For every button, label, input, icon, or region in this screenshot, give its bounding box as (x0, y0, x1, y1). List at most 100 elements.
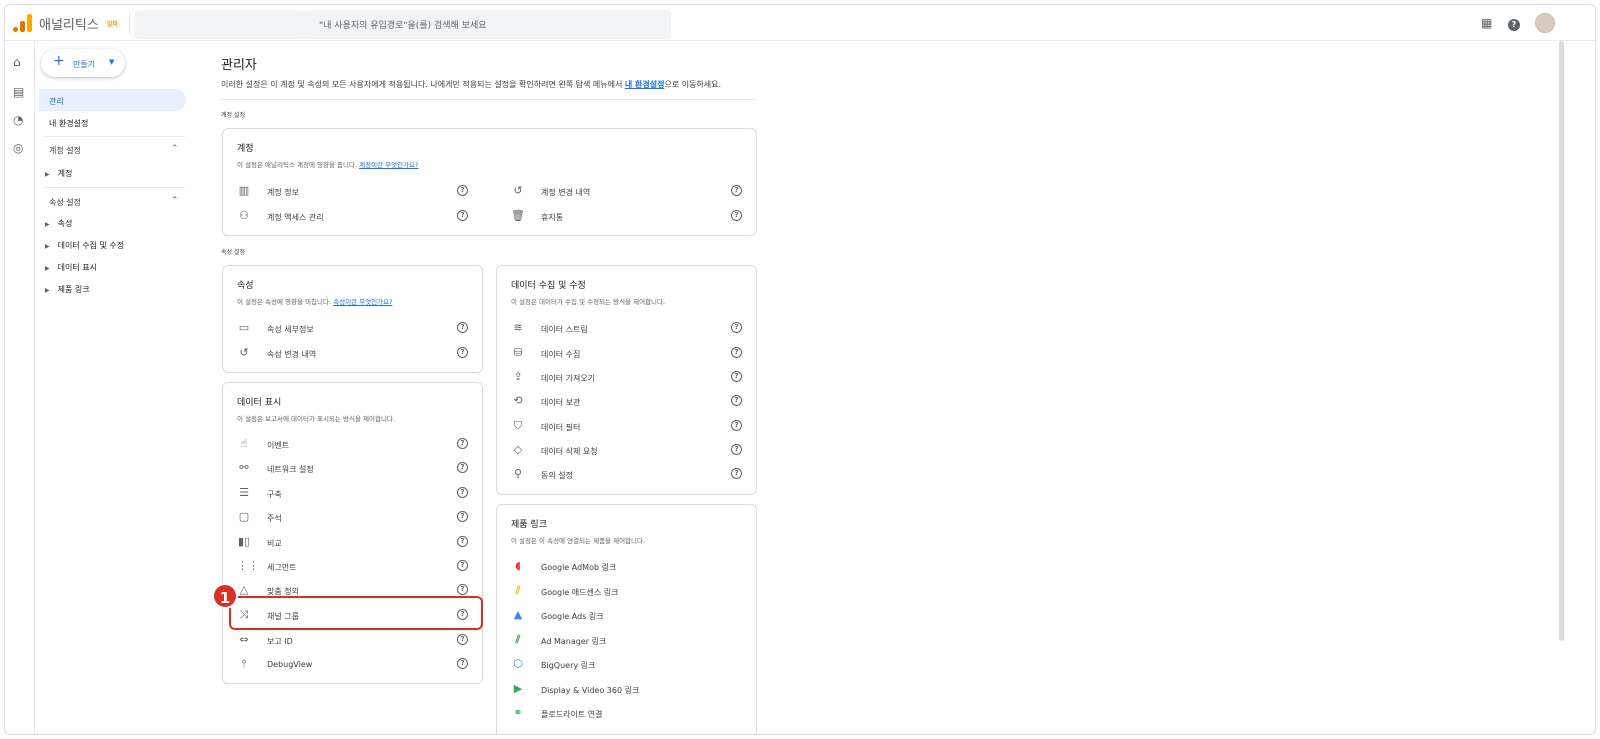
filter-icon: ⛉ (513, 419, 523, 432)
trash-row[interactable]: 🗑 휴지통 ? (511, 207, 742, 227)
floodlight-link-row[interactable]: ⚭ 플로드라이트 연결 (511, 704, 743, 724)
home-icon[interactable]: ⌂ (13, 55, 21, 69)
dv360-link-row[interactable]: ▶ Display & Video 360 링크 (511, 680, 743, 700)
google-ads-link-row[interactable]: ▲ Google Ads 링크 (511, 606, 743, 626)
apps-grid-icon[interactable]: ▦ (1481, 16, 1492, 30)
data-deletion-row[interactable]: ◇ 데이터 삭제 요청 ? (511, 441, 743, 461)
help-icon[interactable]: ? (731, 347, 742, 358)
nav-sub-label: 속성 (57, 219, 73, 228)
account-history-row[interactable]: ↺ 계정 변경 내역 ? (511, 182, 742, 202)
user-avatar[interactable] (1535, 13, 1555, 33)
my-settings-link[interactable]: 내 환경설정 (625, 80, 665, 89)
events-row[interactable]: ☝ 이벤트 ? (237, 435, 469, 455)
annotations-row[interactable]: ▢ 주석 ? (237, 508, 469, 528)
reporting-identity-row[interactable]: ⇔ 보고 ID ? (237, 631, 469, 651)
scrollbar[interactable] (1559, 41, 1564, 641)
help-icon[interactable]: ? (457, 658, 468, 669)
row-label: 구축 (267, 490, 282, 499)
help-icon[interactable]: ? (457, 438, 468, 449)
nav-sub-account[interactable]: ▶ 계정 (45, 168, 72, 179)
search-input[interactable]: "내 사용자의 유입경로"을(를) 검색해 보세요 (305, 10, 671, 39)
history-icon: ↺ (513, 184, 523, 197)
admin-sidebar: + 만들기 ▼ 관리 내 환경설정 계정 설정 ⌃ ▶ 계정 속성 설정 ⌃ ▶ 속… (35, 41, 195, 734)
help-icon[interactable]: ? (457, 536, 468, 547)
reports-icon[interactable]: ▤ (13, 85, 24, 99)
comparisons-row[interactable]: ▮▯ 비교 ? (237, 533, 469, 553)
help-icon[interactable]: ? (457, 322, 468, 333)
nav-sub-data-display[interactable]: ▶ 데이터 표시 (45, 262, 97, 273)
chevron-up-icon: ⌃ (171, 196, 179, 206)
row-label: 세그먼트 (267, 563, 297, 572)
help-icon[interactable]: ? (457, 584, 468, 595)
advertising-icon[interactable]: ◎ (13, 141, 23, 155)
debugview-row[interactable]: ⫯ DebugView ? (237, 655, 469, 675)
help-icon[interactable]: ? (731, 395, 742, 406)
row-label: 네트워크 설정 (267, 465, 314, 474)
data-import-row[interactable]: ⇪ 데이터 가져오기 ? (511, 368, 743, 388)
segments-row[interactable]: ⋮⋮ 세그먼트 ? (237, 557, 469, 577)
data-filters-row[interactable]: ⛉ 데이터 필터 ? (511, 417, 743, 437)
help-icon[interactable]: ? (731, 185, 742, 196)
nav-sub-label: 제품 링크 (57, 285, 90, 294)
row-label: 이벤트 (267, 441, 290, 450)
help-icon[interactable]: ? (457, 210, 468, 221)
eraser-icon: ◇ (513, 443, 523, 456)
nav-sub-property[interactable]: ▶ 속성 (45, 218, 72, 229)
row-label: DebugView (267, 660, 313, 669)
data-collection-row[interactable]: ⛁ 데이터 수집 ? (511, 344, 743, 364)
help-icon[interactable]: ? (1508, 16, 1520, 31)
help-icon[interactable]: ? (731, 468, 742, 479)
topbar-divider (129, 12, 130, 34)
nav-item-my-settings[interactable]: 내 환경설정 (39, 111, 186, 133)
header-divider (221, 99, 756, 100)
help-icon[interactable]: ? (457, 462, 468, 473)
network-settings-row[interactable]: ⚯ 네트워크 설정 ? (237, 459, 469, 479)
analytics-logo-icon[interactable] (13, 14, 33, 32)
audiences-row[interactable]: ☰ 구축 ? (237, 484, 469, 504)
explore-icon[interactable]: ◔ (13, 113, 23, 127)
help-icon[interactable]: ? (731, 371, 742, 382)
nav-divider (45, 187, 185, 188)
nav-sub-product-links[interactable]: ▶ 제품 링크 (45, 284, 90, 295)
history-icon: ↺ (239, 346, 249, 359)
help-icon[interactable]: ? (731, 444, 742, 455)
segment-icon: ⋮⋮ (237, 559, 259, 572)
help-icon[interactable]: ? (731, 322, 742, 333)
help-icon[interactable]: ? (457, 634, 468, 645)
consent-settings-row[interactable]: ⚲ 동의 설정 ? (511, 465, 743, 485)
nav-section-account[interactable]: 계정 설정 ⌃ (49, 144, 179, 156)
row-label: 주석 (267, 514, 282, 523)
row-label: Google AdMob 링크 (541, 563, 617, 572)
help-icon[interactable]: ? (457, 560, 468, 571)
help-icon[interactable]: ? (457, 511, 468, 522)
row-label: 속성 변경 내역 (267, 350, 317, 359)
network-icon: ⚯ (239, 461, 249, 474)
create-button[interactable]: + 만들기 ▼ (41, 49, 125, 77)
property-history-row[interactable]: ↺ 속성 변경 내역 ? (237, 344, 469, 364)
nav-sub-data-collection[interactable]: ▶ 데이터 수집 및 수정 (45, 240, 124, 251)
account-selector[interactable] (135, 10, 305, 39)
help-icon[interactable]: ? (457, 185, 468, 196)
search-placeholder: "내 사용자의 유입경로"을(를) 검색해 보세요 (319, 21, 487, 31)
adsense-link-row[interactable]: ⫽ Google 애드센스 링크 (511, 582, 743, 602)
account-access-row[interactable]: ⚇ 계정 액세스 관리 ? (237, 207, 468, 227)
data-retention-row[interactable]: ⟲ 데이터 보관 ? (511, 392, 743, 412)
nav-item-admin[interactable]: 관리 (39, 89, 186, 111)
help-icon[interactable]: ? (457, 487, 468, 498)
data-collection-card: 데이터 수집 및 수정 이 설정은 데이터가 수집 및 수정되는 방식을 제어합… (496, 265, 757, 495)
what-is-property-link[interactable]: 속성이란 무엇인가요? (333, 298, 392, 306)
bigquery-link-row[interactable]: ⬡ BigQuery 링크 (511, 655, 743, 675)
nav-section-property[interactable]: 속성 설정 ⌃ (49, 196, 179, 208)
account-info-row[interactable]: ▥ 계정 정보 ? (237, 182, 468, 202)
admob-link-row[interactable]: ◖ Google AdMob 링크 (511, 557, 743, 577)
ad-manager-link-row[interactable]: ⫽ Ad Manager 링크 (511, 631, 743, 651)
what-is-account-link[interactable]: 계정이란 무엇인가요? (359, 161, 418, 169)
page-description: 이러한 설정은 이 계정 및 속성의 모든 사용자에게 적용됩니다. 나에게만 … (221, 79, 721, 90)
property-details-row[interactable]: ▭ 속성 세부정보 ? (237, 319, 469, 339)
help-icon[interactable]: ? (731, 420, 742, 431)
help-icon[interactable]: ? (457, 347, 468, 358)
reporting-id-icon: ⇔ (239, 633, 249, 646)
data-streams-row[interactable]: ≋ 데이터 스트림 ? (511, 319, 743, 339)
help-icon[interactable]: ? (731, 210, 742, 221)
adsense-icon: ⫽ (515, 584, 521, 597)
